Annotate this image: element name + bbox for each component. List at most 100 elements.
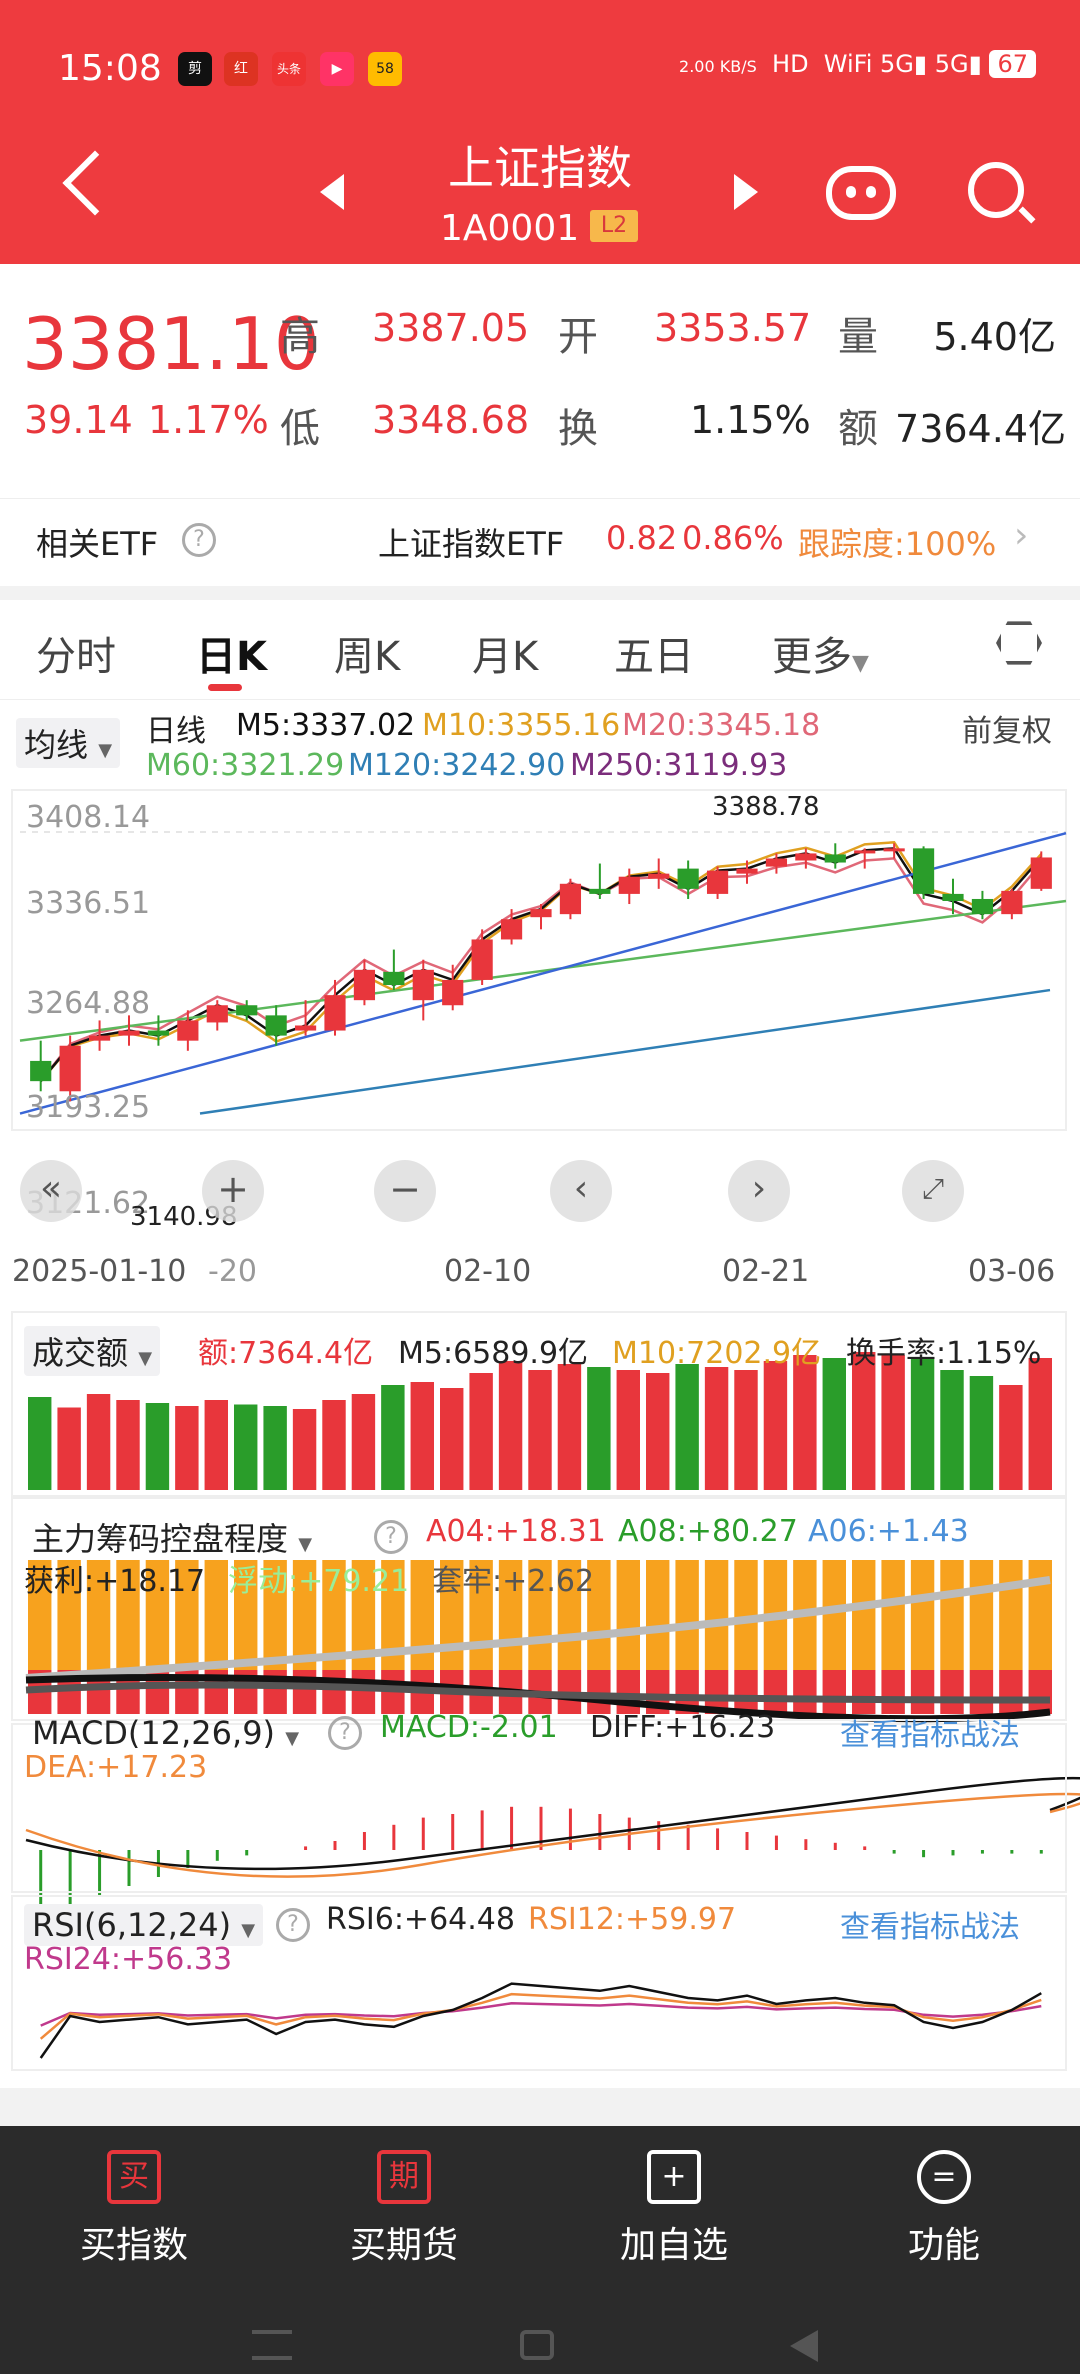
help-icon[interactable]: ? [276, 1908, 310, 1942]
candle-body [677, 868, 699, 889]
candle-body [177, 1020, 199, 1041]
chips-bar [322, 1670, 346, 1714]
candle-body [706, 870, 729, 894]
date-tick: -20 [208, 1254, 257, 1289]
candle-body [854, 850, 876, 854]
chips-a08: A08:+80.27 [618, 1514, 798, 1549]
volume-bar [440, 1388, 464, 1490]
high-value: 3387.05 [372, 306, 530, 350]
volume-bar [322, 1400, 346, 1490]
candle-body [206, 1005, 228, 1023]
buy-index-label: 买指数 [79, 2225, 188, 2266]
chips-selector[interactable]: 主力筹码控盘程度 ▼ [24, 1512, 320, 1562]
volume-bar [646, 1373, 670, 1490]
functions-button[interactable]: = 功能 [844, 2150, 1044, 2268]
app-icon-red: 红 [224, 52, 258, 86]
add-watchlist-button[interactable]: + 加自选 [574, 2150, 774, 2268]
high-label: 高 [280, 314, 320, 360]
fullscreen-icon[interactable]: ⤢ [902, 1160, 964, 1222]
amount-value: 7364.4亿 [895, 407, 1066, 451]
macd-selector[interactable]: MACD(12,26,9) ▼ [24, 1712, 307, 1754]
chips-bar [969, 1670, 994, 1714]
related-etf-row[interactable]: 相关ETF ? 上证指数ETF 0.82 0.86% 跟踪度:100% › [0, 498, 1080, 586]
volume-bar [469, 1373, 493, 1490]
home-icon[interactable] [520, 2330, 554, 2360]
chips-selector-label: 主力筹码控盘程度 [32, 1520, 289, 1558]
candle-body [147, 1030, 170, 1036]
etf-tracking: 跟踪度:100% [798, 525, 997, 563]
chips-bar [675, 1560, 699, 1670]
rewind-icon[interactable]: « [20, 1160, 82, 1222]
candle-body [1001, 890, 1023, 915]
help-icon[interactable]: ? [182, 523, 216, 557]
ma-line-m5 [39, 847, 1043, 1082]
chevron-left-icon[interactable]: ‹ [550, 1160, 612, 1222]
candle-body [59, 1045, 81, 1092]
chips-a04: A04:+18.31 [426, 1514, 606, 1549]
tab-more[interactable]: 更多▼ [772, 624, 869, 682]
volume-selector[interactable]: 成交额 ▼ [24, 1326, 161, 1376]
caret-down-icon: ▼ [241, 1920, 256, 1941]
volume-bar [557, 1364, 582, 1490]
tab-five-day[interactable]: 五日 [614, 624, 694, 682]
volume-bar [381, 1385, 405, 1490]
chips-bar [940, 1560, 964, 1670]
chips-bar [1028, 1670, 1052, 1714]
volume-bar [1028, 1358, 1052, 1490]
functions-label: 功能 [907, 2225, 980, 2266]
chevron-right-icon[interactable]: › [728, 1160, 790, 1222]
rsi-selector[interactable]: RSI(6,12,24) ▼ [24, 1904, 264, 1946]
macd-selector-label: MACD(12,26,9) [32, 1714, 276, 1752]
volume-bar [28, 1397, 52, 1490]
chips-bar [940, 1670, 964, 1714]
chips-bar [881, 1670, 905, 1714]
volume-selector-label: 成交额 [32, 1334, 129, 1372]
zoom-in-icon[interactable]: + [202, 1160, 264, 1222]
volume-bar [528, 1370, 552, 1490]
recent-apps-icon[interactable] [252, 2330, 292, 2360]
back-nav-icon[interactable] [790, 2330, 818, 2362]
buy-index-button[interactable]: 买 买指数 [34, 2150, 234, 2268]
plus-square-icon: + [647, 2150, 701, 2204]
next-stock-icon[interactable] [734, 174, 758, 210]
candle-body [736, 868, 758, 874]
chips-bar [852, 1560, 876, 1670]
volume-bar [234, 1404, 258, 1490]
rsi12-value: RSI12:+59.97 [528, 1902, 737, 1937]
candle-body [118, 1030, 140, 1036]
volume-bar [145, 1403, 170, 1490]
net-speed: 2.00 KB/S [679, 57, 757, 76]
tab-intraday[interactable]: 分时 [36, 624, 116, 682]
chips-bar [763, 1670, 788, 1714]
volume-bar [734, 1370, 758, 1490]
volume-bar [940, 1370, 964, 1490]
volume-bar [86, 1394, 111, 1490]
open-label: 开 [558, 314, 598, 360]
kline-chart[interactable] [0, 700, 1080, 2100]
help-icon[interactable]: ? [328, 1716, 362, 1750]
battery-icon: 67 [989, 50, 1036, 78]
robot-assistant-icon[interactable] [826, 166, 896, 220]
buy-futures-button[interactable]: 期 买期货 [304, 2150, 504, 2268]
divider [0, 586, 1080, 600]
caret-down-icon: ▼ [138, 1348, 153, 1369]
tab-monthly[interactable]: 月K [472, 624, 538, 682]
caret-down-icon: ▼ [285, 1728, 300, 1749]
chips-bar [616, 1560, 640, 1670]
candle-body [500, 919, 523, 940]
date-tick: 2025-01-10 [12, 1254, 187, 1289]
zoom-out-icon[interactable]: − [374, 1160, 436, 1222]
tab-weekly[interactable]: 周K [334, 624, 400, 682]
rsi-strategy-link[interactable]: 查看指标战法 [840, 1902, 1020, 1946]
chips-a06: A06:+1.43 [808, 1514, 969, 1549]
search-icon[interactable] [968, 162, 1024, 218]
macd-strategy-link[interactable]: 查看指标战法 [840, 1710, 1020, 1754]
tab-daily[interactable]: 日K [196, 624, 267, 682]
volume-value: 5.40亿 [933, 315, 1056, 359]
chips-bar [969, 1560, 994, 1670]
price-tick: 3193.25 [26, 1090, 151, 1125]
volume-bar [410, 1382, 434, 1490]
volume-bar [822, 1358, 846, 1490]
rsi24-value: RSI24:+56.33 [24, 1942, 233, 1977]
help-icon[interactable]: ? [374, 1520, 408, 1554]
